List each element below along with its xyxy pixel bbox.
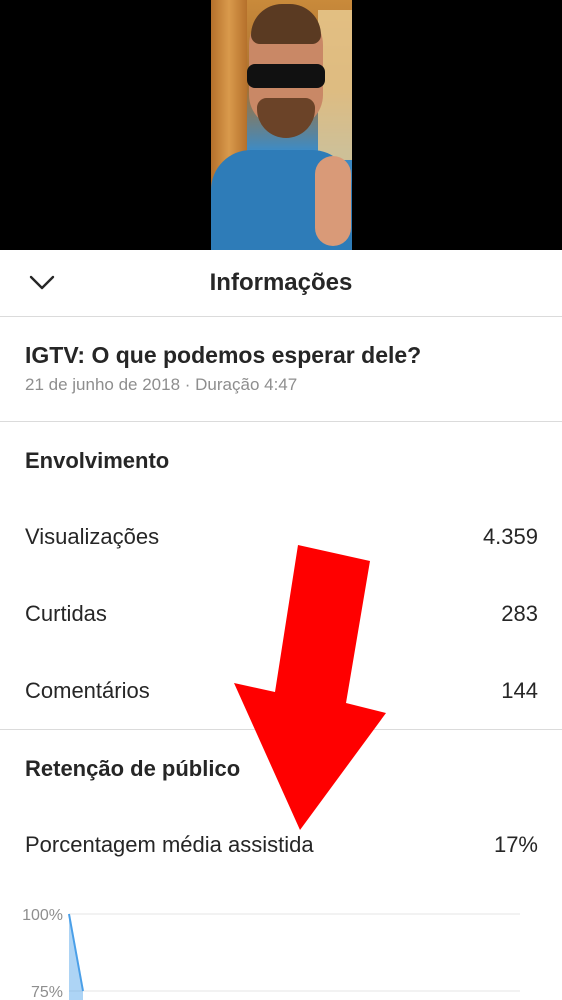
- thumbnail-hand: [315, 156, 351, 246]
- stat-label: Porcentagem média assistida: [25, 832, 314, 857]
- stat-value: 4.359: [482, 524, 538, 549]
- retention-section-title: Retenção de público: [25, 756, 241, 781]
- page-title: Informações: [209, 269, 353, 296]
- video-thumbnail[interactable]: [211, 0, 352, 250]
- stat-row-average-watched: Porcentagem média assistida 17%: [25, 832, 538, 862]
- divider: [0, 421, 562, 422]
- thumbnail-hair: [251, 4, 321, 44]
- stat-label: Comentários: [25, 678, 150, 703]
- stat-label: Curtidas: [25, 601, 107, 626]
- video-meta: 21 de junho de 2018 · Duração 4:47: [25, 375, 298, 394]
- thumbnail-beard: [257, 98, 315, 138]
- video-player[interactable]: [0, 0, 562, 250]
- stat-value: 283: [501, 601, 538, 626]
- stat-label: Visualizações: [25, 524, 160, 549]
- video-title: IGTV: O que podemos esperar dele?: [25, 342, 422, 368]
- info-header: Informações: [0, 250, 562, 317]
- thumbnail-sunglasses: [247, 64, 325, 88]
- red-arrow-down-icon: [234, 545, 386, 830]
- video-info: IGTV: O que podemos esperar dele? 21 de …: [25, 342, 545, 395]
- stat-value: 144: [501, 678, 538, 703]
- chart-y-tick-label: 100%: [22, 907, 63, 924]
- engagement-section-title: Envolvimento: [25, 448, 170, 473]
- chart-y-tick-label: 75%: [31, 984, 63, 1000]
- retention-chart: 100% 75%: [22, 907, 520, 1000]
- stat-value: 17%: [493, 832, 538, 857]
